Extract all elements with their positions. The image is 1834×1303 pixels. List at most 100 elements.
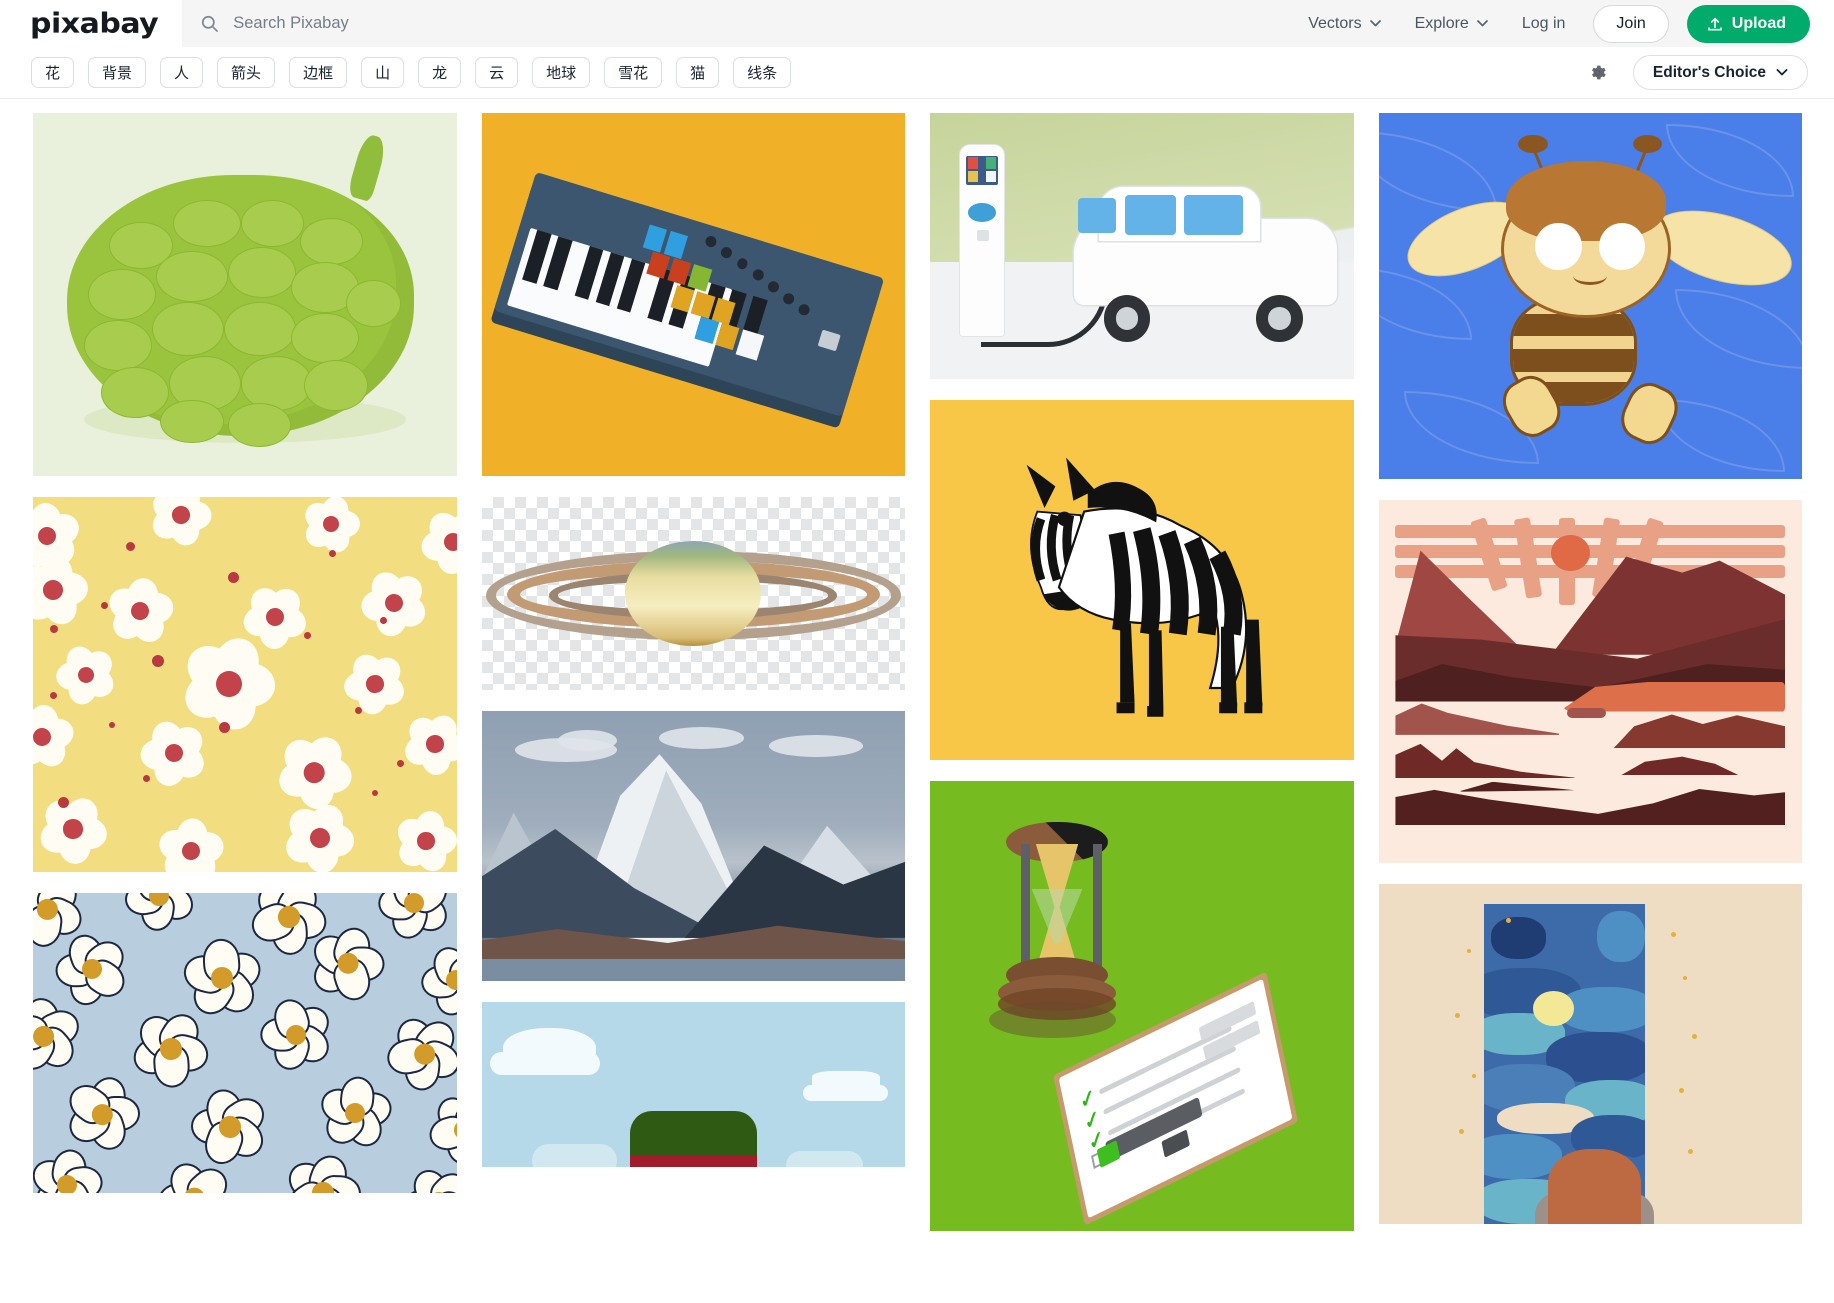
custard-apple-illustration	[33, 113, 457, 476]
gallery-tile-zebra[interactable]	[930, 400, 1354, 760]
pattern-dot	[227, 572, 239, 583]
flower-motif	[401, 1163, 457, 1193]
pattern-dot	[151, 654, 164, 667]
nav-vectors-label: Vectors	[1308, 14, 1362, 32]
flower-motif	[400, 709, 457, 777]
upload-button[interactable]: Upload	[1686, 4, 1810, 43]
tag-chip[interactable]: 线条	[733, 57, 792, 88]
hourglass-checklist-isometric: ✓ ✓ ✓	[930, 781, 1354, 1231]
search-icon	[202, 15, 219, 32]
snow-mountain-landscape	[481, 711, 905, 981]
flower-motif	[392, 807, 457, 872]
blue-floral-pattern	[33, 893, 457, 1193]
gallery-column	[1378, 113, 1803, 1224]
gallery-tile-ev-charging[interactable]	[930, 113, 1354, 379]
tag-chip[interactable]: 地球	[532, 57, 591, 88]
flower-motif	[153, 813, 228, 872]
blue-sky-clouds	[482, 1002, 906, 1167]
header-nav: Vectors Explore Log in Join Upload	[1274, 0, 1810, 47]
pattern-dot	[397, 759, 405, 767]
gear-icon[interactable]	[1588, 63, 1607, 82]
flower-motif	[33, 546, 97, 634]
flower-motif	[144, 497, 216, 551]
gallery-tile-blue-sky[interactable]	[481, 1002, 906, 1167]
pattern-dot	[143, 774, 151, 782]
editors-choice-label: Editor's Choice	[1652, 63, 1766, 81]
pattern-dot	[126, 542, 136, 551]
nav-vectors[interactable]: Vectors	[1308, 14, 1381, 33]
chevron-down-icon	[1369, 20, 1381, 27]
gallery-column	[481, 113, 906, 1167]
gallery-tile-midi-keyboard[interactable]	[481, 113, 906, 476]
flower-motif	[315, 1073, 396, 1154]
flower-motif	[350, 559, 438, 647]
flower-motif	[112, 893, 205, 943]
tag-chip[interactable]: 背景	[88, 57, 147, 88]
image-gallery: ✓ ✓ ✓	[0, 99, 1834, 1231]
gallery-tile-saturn[interactable]	[481, 497, 906, 690]
chevron-down-icon	[1476, 20, 1488, 27]
starry-night-girl	[1379, 884, 1803, 1224]
tag-chip[interactable]: 猫	[676, 57, 720, 88]
tag-chip[interactable]: 山	[361, 57, 405, 88]
tag-filter-bar: 花 背景 人 箭头 边框 山 龙 云 地球 雪花 猫 线条 Editor's C…	[0, 47, 1834, 99]
search-input[interactable]	[233, 14, 634, 33]
tag-chip[interactable]: 边框	[289, 57, 348, 88]
flower-motif	[131, 710, 216, 795]
editors-choice-dropdown[interactable]: Editor's Choice	[1632, 55, 1808, 90]
pattern-dot	[100, 602, 108, 609]
gallery-tile-mountains[interactable]	[481, 711, 905, 981]
nav-explore[interactable]: Explore	[1415, 15, 1488, 33]
pattern-dot	[109, 722, 116, 728]
tag-chip[interactable]: 龙	[418, 57, 462, 88]
flower-motif	[342, 649, 410, 717]
tagbar-controls: Editor's Choice	[1588, 55, 1808, 90]
tag-chip[interactable]: 雪花	[604, 57, 663, 88]
flower-motif	[33, 695, 84, 780]
join-button[interactable]: Join	[1593, 4, 1669, 43]
yellow-floral-pattern	[33, 497, 457, 872]
tag-chip[interactable]: 人	[160, 57, 204, 88]
tag-chip[interactable]: 箭头	[217, 57, 276, 88]
cartoon-bee-character	[1378, 113, 1802, 479]
saturn-planet-transparent	[482, 497, 906, 690]
pattern-dot	[304, 632, 312, 639]
nav-explore-label: Explore	[1414, 14, 1469, 32]
nav-login[interactable]: Log in	[1522, 15, 1566, 33]
site-header: pixabay Vectors Explore Log in Join Uplo…	[0, 0, 1834, 47]
gallery-column	[33, 113, 457, 1193]
mountain-sunset-landscape	[1379, 500, 1803, 863]
pattern-dot	[49, 624, 58, 633]
gallery-tile-yellow-floral[interactable]	[33, 497, 457, 872]
flower-motif	[248, 988, 343, 1083]
chevron-down-icon	[1776, 69, 1788, 76]
flower-motif	[411, 501, 457, 584]
midi-keyboard-isometric	[482, 113, 906, 476]
pattern-dot	[371, 789, 378, 796]
gallery-tile-starry-night[interactable]	[1378, 884, 1803, 1224]
upload-icon	[1707, 17, 1722, 30]
flower-motif	[33, 996, 84, 1077]
pixabay-logo[interactable]: pixabay	[30, 9, 159, 38]
pattern-dot	[329, 549, 337, 557]
gallery-tile-hourglass-checklist[interactable]: ✓ ✓ ✓	[930, 781, 1354, 1231]
flower-motif	[35, 791, 111, 866]
zebra-illustration	[930, 400, 1354, 760]
gallery-tile-custard-apple[interactable]	[33, 113, 457, 476]
flower-motif	[418, 1084, 457, 1176]
gallery-tile-blue-floral[interactable]	[33, 893, 457, 1193]
gallery-column: ✓ ✓ ✓	[930, 113, 1354, 1231]
tag-chip[interactable]: 云	[475, 57, 519, 88]
flower-motif	[273, 1142, 374, 1193]
flower-motif	[376, 1006, 457, 1102]
flower-motif	[48, 636, 125, 713]
gallery-tile-cartoon-bee[interactable]	[1378, 113, 1802, 479]
pattern-dot	[49, 692, 57, 699]
upload-label: Upload	[1731, 14, 1786, 32]
flower-motif	[103, 575, 176, 647]
tag-chip[interactable]: 花	[31, 57, 75, 88]
ev-charging-station	[930, 113, 1354, 379]
flower-motif	[275, 793, 364, 872]
gallery-tile-mountain-sunset[interactable]	[1378, 500, 1803, 863]
pattern-dot	[354, 707, 362, 714]
